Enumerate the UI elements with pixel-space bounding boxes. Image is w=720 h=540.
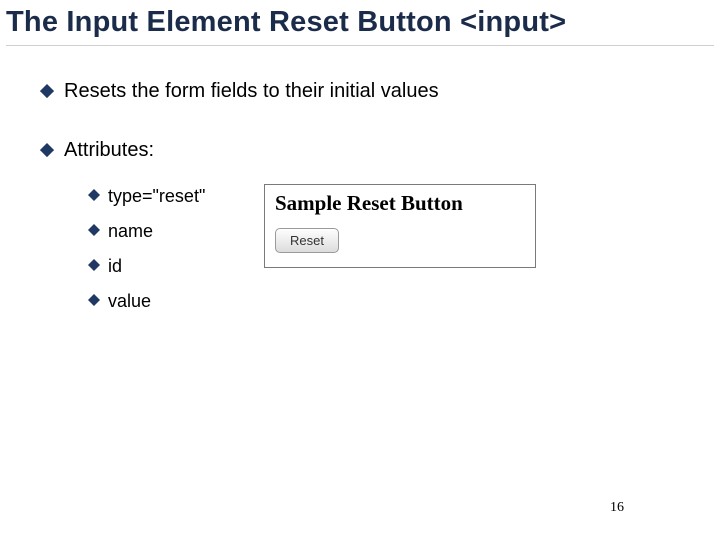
bullet-item: Resets the form fields to their initial … (40, 80, 680, 103)
diamond-bullet-icon (88, 224, 100, 236)
diamond-bullet-icon (88, 259, 100, 271)
sub-bullet-text: value (108, 291, 151, 312)
diamond-bullet-icon (88, 294, 100, 306)
bullet-text: Attributes: (64, 139, 154, 162)
slide: The Input Element Reset Button <input> R… (0, 0, 720, 540)
sub-bullet-text: id (108, 256, 122, 277)
bullet-item: Attributes: (40, 139, 680, 162)
page-number: 16 (610, 500, 624, 516)
sub-bullet-item: value (88, 291, 680, 312)
bullet-text: Resets the form fields to their initial … (64, 80, 439, 103)
slide-title: The Input Element Reset Button <input> (6, 6, 714, 46)
reset-button[interactable]: Reset (275, 228, 339, 253)
sub-bullet-text: type="reset" (108, 186, 205, 207)
sample-body: Reset (265, 228, 535, 267)
sub-bullet-text: name (108, 221, 153, 242)
sample-header: Sample Reset Button (265, 185, 535, 228)
diamond-bullet-icon (88, 189, 100, 201)
diamond-bullet-icon (40, 143, 54, 157)
sample-reset-box: Sample Reset Button Reset (264, 184, 536, 268)
diamond-bullet-icon (40, 84, 54, 98)
